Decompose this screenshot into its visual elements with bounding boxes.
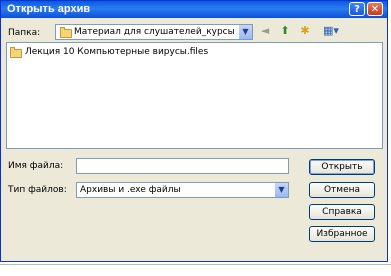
open-button[interactable]: Открыть: [309, 159, 375, 175]
new-folder-icon[interactable]: ✱: [298, 24, 312, 38]
filetype-select[interactable]: Архивы и .exe файлы ▼: [76, 182, 289, 198]
title-bar: Открыть архив ? ✕: [1, 1, 387, 18]
divider: [0, 264, 391, 265]
help-button[interactable]: Справка: [309, 204, 375, 220]
file-name: Лекция 10 Компьютерные вирусы.files: [25, 47, 209, 57]
dialog-title: Открыть архив: [7, 3, 91, 15]
cancel-button[interactable]: Отмена: [309, 182, 375, 198]
filename-label: Имя файла:: [8, 161, 64, 171]
chevron-down-icon[interactable]: ▼: [274, 183, 288, 197]
list-item[interactable]: Лекция 10 Компьютерные вирусы.files: [10, 47, 380, 59]
folder-label: Папка:: [8, 28, 41, 38]
file-list[interactable]: Лекция 10 Компьютерные вирусы.files: [6, 42, 383, 149]
open-archive-dialog: Открыть архив ? ✕ Папка: Материал для сл…: [0, 0, 388, 262]
view-menu-icon[interactable]: ▦▾: [320, 24, 342, 38]
chevron-down-icon[interactable]: ▼: [238, 25, 252, 39]
close-button[interactable]: ✕: [367, 2, 383, 16]
help-title-button[interactable]: ?: [349, 2, 365, 16]
back-icon[interactable]: ◄: [258, 24, 272, 38]
favorites-button[interactable]: Избранное: [309, 226, 375, 242]
folder-select[interactable]: Материал для слушателей_курсы ▼: [55, 24, 253, 40]
filename-input[interactable]: [76, 158, 289, 174]
folder-icon: [10, 47, 22, 58]
folder-select-value: Материал для слушателей_курсы: [74, 27, 235, 37]
folder-icon: [60, 27, 72, 38]
filetype-label: Тип файлов:: [8, 185, 67, 195]
up-folder-icon[interactable]: ⬆: [278, 24, 292, 38]
filetype-select-value: Архивы и .exe файлы: [80, 185, 181, 195]
